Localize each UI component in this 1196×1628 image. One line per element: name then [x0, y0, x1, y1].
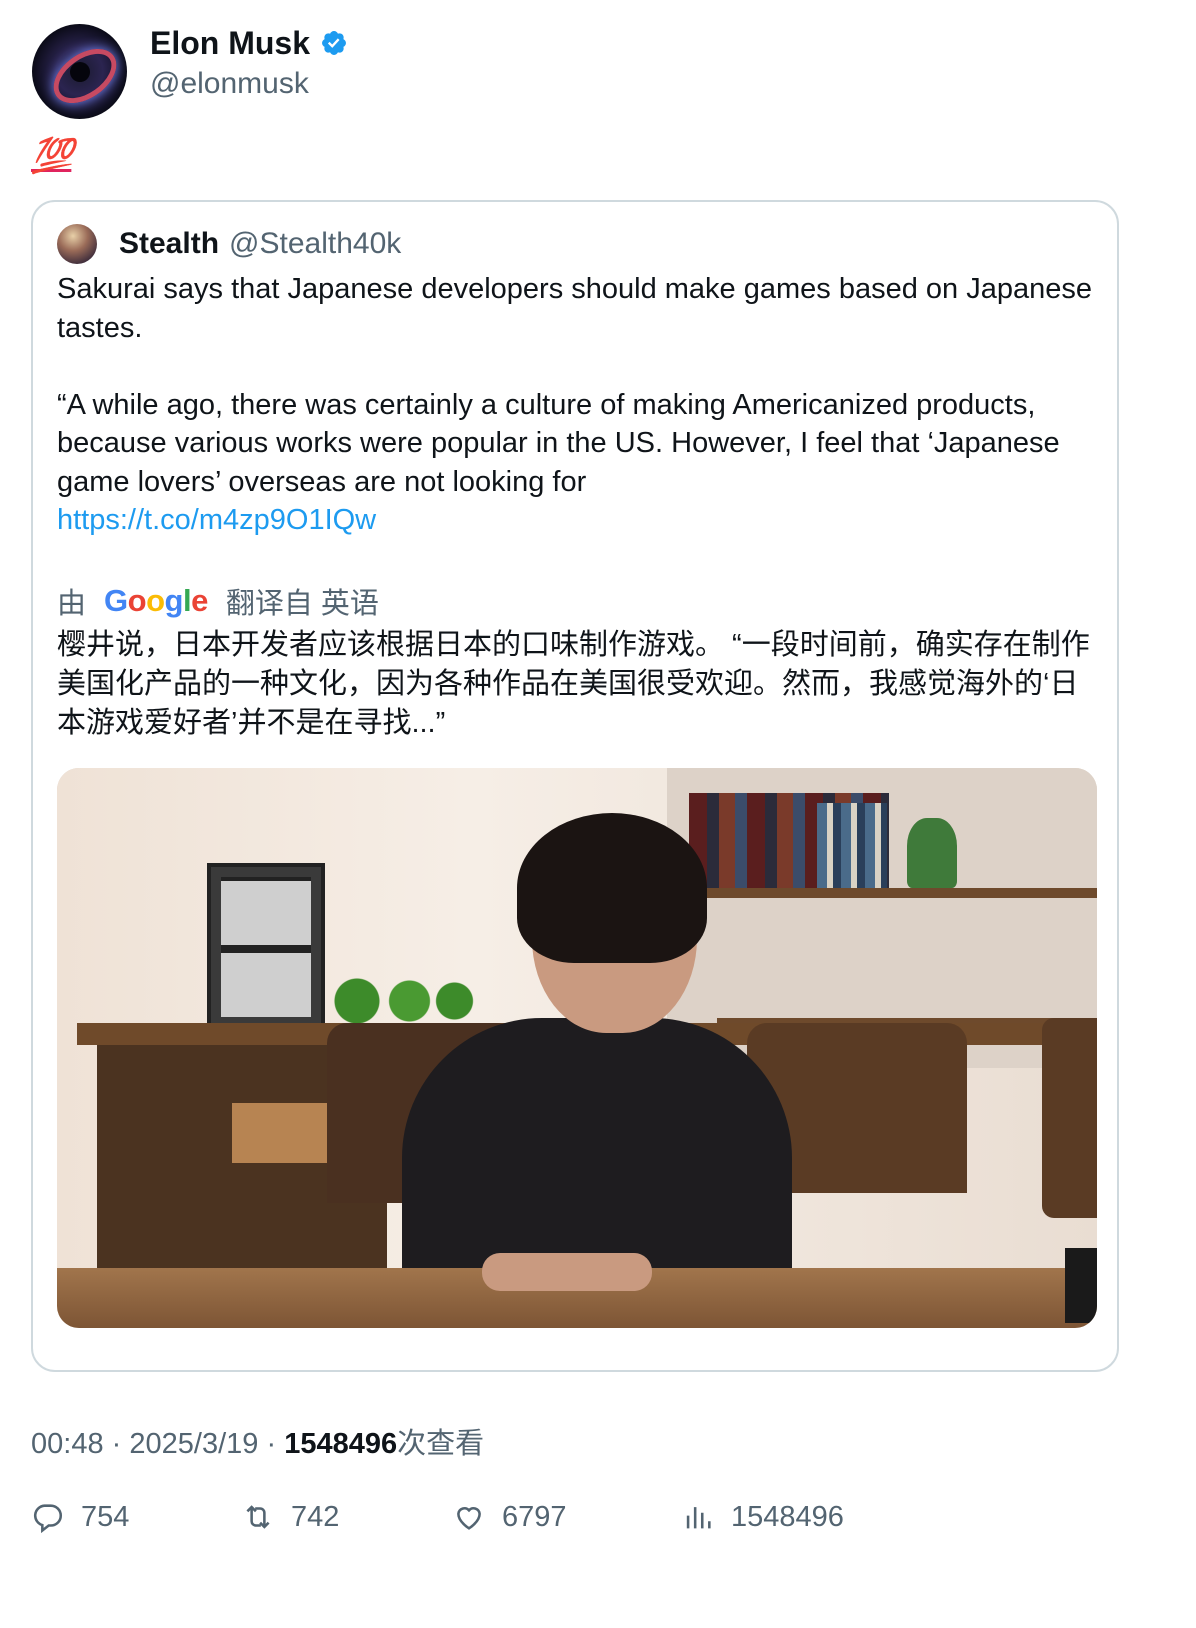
author-handle[interactable]: @elonmusk [150, 64, 348, 104]
quote-media-image[interactable] [57, 768, 1097, 1328]
view-label: 次查看 [397, 1428, 485, 1460]
quote-author-handle[interactable]: @Stealth40k [229, 227, 401, 261]
verified-badge-icon [322, 31, 346, 55]
quote-paragraph-1: Sakurai says that Japanese developers sh… [57, 273, 1092, 344]
repost-count: 742 [291, 1500, 340, 1533]
translation-attribution: 由 Google 翻译自 英语 [57, 580, 379, 622]
translation-text: 樱井说，日本开发者应该根据日本的口味制作游戏。 “一段时间前，确实存在制作美国化… [57, 629, 1090, 739]
translated-prefix: 由 [57, 588, 87, 620]
repost-button[interactable]: 742 [241, 1500, 339, 1534]
author-name[interactable]: Elon Musk [150, 24, 310, 62]
quote-paragraph-2: “A while ago, there was certainly a cult… [57, 388, 1060, 498]
reply-icon [33, 1504, 63, 1534]
quoted-tweet[interactable]: Stealth @Stealth40k Sakurai says that Ja… [31, 200, 1119, 1372]
heart-icon [457, 1507, 481, 1530]
tweet-text: 💯 [31, 137, 73, 175]
like-button[interactable]: 6797 [452, 1500, 567, 1534]
reply-count: 754 [81, 1500, 130, 1533]
tweet-date[interactable]: 2025/3/19 [129, 1428, 258, 1460]
quote-author-avatar[interactable] [57, 224, 97, 264]
google-logo-icon: Google [104, 583, 208, 618]
quote-link[interactable]: https://t.co/m4zp9O1IQw [57, 504, 376, 536]
views-count: 1548496 [731, 1500, 844, 1533]
like-count: 6797 [502, 1500, 567, 1533]
reply-button[interactable]: 754 [31, 1500, 129, 1534]
author-avatar[interactable] [32, 24, 127, 119]
quote-author-name[interactable]: Stealth [119, 227, 219, 261]
tweet-time[interactable]: 00:48 [31, 1428, 104, 1460]
views-button[interactable]: 1548496 [681, 1500, 844, 1534]
repost-icon [246, 1505, 270, 1529]
tweet-author: Elon Musk @elonmusk [32, 24, 348, 119]
tweet-metadata: 00:48 · 2025/3/19 · 1548496次查看 [31, 1428, 485, 1460]
translated-suffix: 翻译自 英语 [225, 588, 379, 620]
tweet-actions: 754 742 6797 1548496 [31, 1500, 1151, 1550]
view-count: 1548496 [284, 1428, 398, 1460]
analytics-icon [686, 1507, 711, 1529]
quote-text: Sakurai says that Japanese developers sh… [57, 270, 1107, 540]
